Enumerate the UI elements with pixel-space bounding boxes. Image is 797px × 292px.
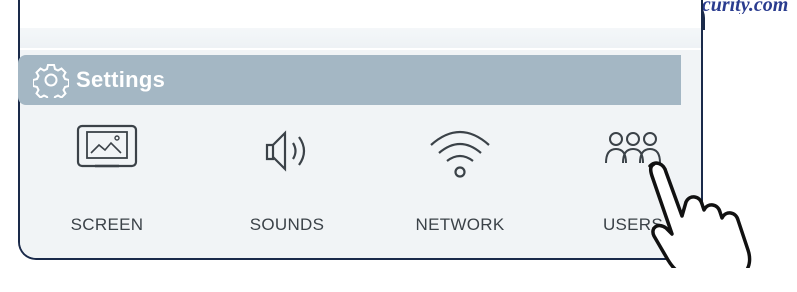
tile-label: SCREEN (70, 215, 144, 234)
pointing-hand-icon (632, 158, 782, 282)
screen-icon (75, 123, 139, 178)
tile-network[interactable]: NETWORK (385, 115, 535, 245)
wifi-icon (425, 123, 495, 188)
settings-header: Settings (18, 55, 681, 105)
gear-icon (32, 61, 70, 99)
tile-screen[interactable]: SCREEN (32, 115, 182, 245)
speaker-icon (255, 123, 319, 184)
tile-label: NETWORK (415, 215, 505, 234)
tile-sounds[interactable]: SOUNDS (212, 115, 362, 245)
tile-label: SOUNDS (249, 215, 325, 234)
screen-top-band (20, 28, 701, 48)
settings-title: Settings (76, 67, 166, 92)
settings-tiles: SCREEN SOUNDS NETWORK USERS (0, 115, 681, 245)
